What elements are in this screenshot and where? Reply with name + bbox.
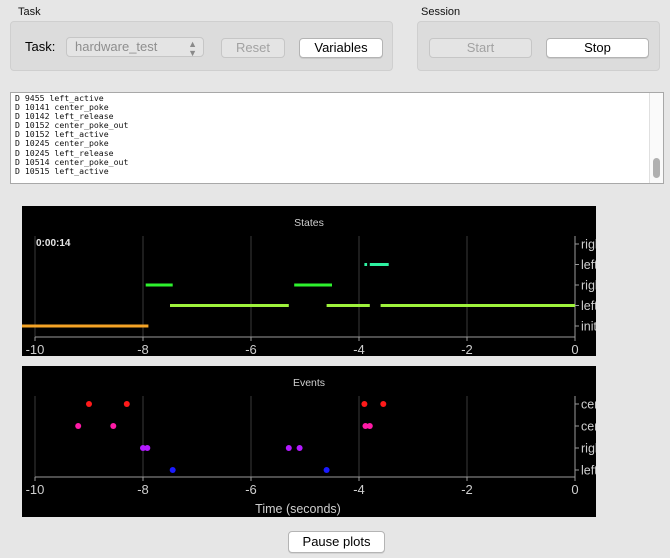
x-tick-label: -2: [461, 482, 473, 497]
log-line: D 10515 left_active: [15, 165, 109, 176]
task-group-title: Task: [18, 6, 41, 18]
x-tick-label: -4: [353, 482, 365, 497]
x-axis-label: Time (seconds): [255, 502, 341, 516]
variables-button[interactable]: Variables: [299, 38, 383, 58]
event-label: left_poke: [581, 464, 596, 478]
output-log[interactable]: D 9455 left_active D 10141 center_poke D 1…: [10, 92, 664, 184]
state-label: right_release: [581, 238, 596, 252]
x-tick-label: 0: [571, 342, 578, 356]
x-tick-label: -8: [137, 342, 149, 356]
states-plot: States 0:00:14 -10 -8 -6 -4 -2 0init_state left_…: [22, 206, 596, 356]
task-label: Task:: [25, 39, 56, 54]
events-plot: Events -10 -8 -6 -4 -2 0left_poke right_poke cen…: [22, 366, 596, 517]
task-select-value: hardware_test: [75, 39, 158, 54]
states-title: States: [294, 217, 324, 229]
states-chart: States 0:00:14 -10 -8 -6 -4 -2 0init_state left_…: [22, 217, 596, 356]
event-point: [169, 467, 176, 473]
state-segments: [22, 263, 575, 328]
log-scrollbar-thumb[interactable]: [653, 158, 660, 178]
event-point: [75, 423, 82, 429]
stop-button[interactable]: Stop: [546, 38, 649, 58]
start-button[interactable]: Start: [429, 38, 532, 58]
session-group-title: Session: [421, 6, 461, 18]
chevron-updown-icon: ▲ ▼: [188, 39, 197, 58]
event-point: [285, 445, 292, 451]
events-title: Events: [293, 377, 325, 389]
x-tick-label: -8: [137, 482, 149, 497]
x-tick-label: -6: [245, 482, 257, 497]
reset-button[interactable]: Reset: [221, 38, 285, 58]
event-point: [380, 401, 387, 407]
event-point: [110, 423, 117, 429]
log-line: D 10152 left_active: [15, 129, 109, 140]
x-tick-label: -2: [461, 342, 473, 356]
state-label: left_active: [581, 299, 596, 313]
event-point: [86, 401, 92, 407]
x-tick-label: -10: [26, 482, 45, 497]
x-tick-label: -6: [245, 342, 257, 356]
x-tick-label: -10: [26, 342, 45, 356]
log-line: D 9455 left_active: [15, 93, 104, 103]
event-point: [361, 401, 368, 407]
event-point: [144, 445, 151, 451]
log-scrollbar[interactable]: [649, 93, 663, 183]
state-label: right_active: [581, 279, 596, 293]
event-label: right_poke: [581, 442, 596, 456]
log-line: D 10152 center_poke_out: [15, 120, 129, 131]
event-label: center_poke: [581, 398, 596, 412]
pause-plots-button[interactable]: Pause plots: [288, 531, 385, 553]
log-lines: D 9455 left_active D 10141 center_poke D 1…: [11, 93, 663, 176]
event-point: [366, 423, 373, 429]
x-tick-label: 0: [571, 482, 578, 497]
events-chart: Events -10 -8 -6 -4 -2 0left_poke right_poke cen…: [26, 377, 596, 516]
state-label: left_release: [581, 258, 596, 272]
task-select[interactable]: hardware_test ▲ ▼: [66, 37, 204, 58]
event-label: center_poke: [581, 420, 596, 434]
x-tick-label: -4: [353, 342, 365, 356]
event-point: [296, 445, 303, 451]
elapsed-time: 0:00:14: [36, 238, 71, 249]
event-point: [323, 467, 330, 473]
state-label: init_state: [581, 320, 596, 334]
log-line: D 10514 center_poke_out: [15, 156, 129, 167]
event-point: [123, 401, 130, 407]
